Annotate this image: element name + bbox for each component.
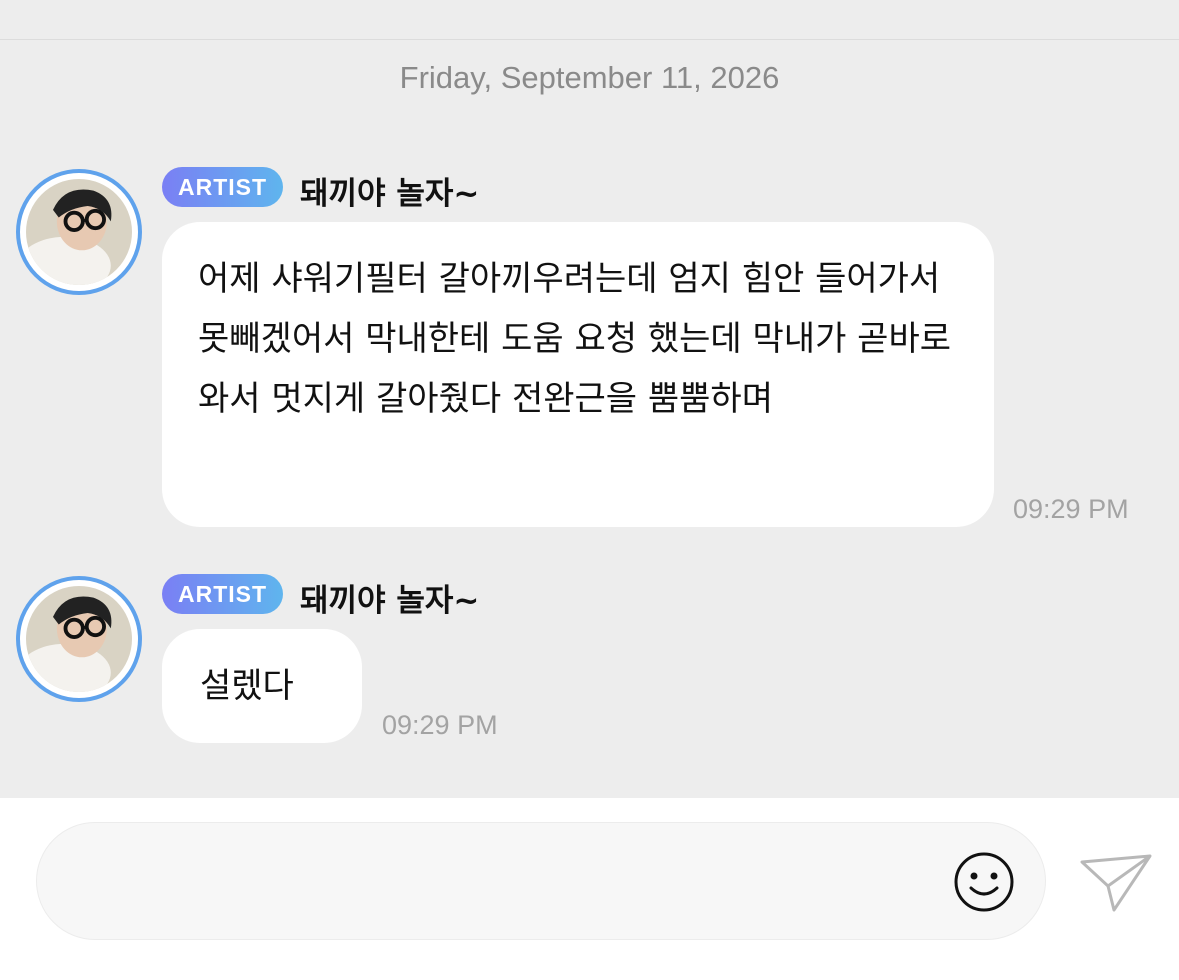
sender-name[interactable]: 돼끼야 놀자~ <box>300 168 479 213</box>
artist-badge: ARTIST <box>162 167 283 207</box>
message-time: 09:29 PM <box>382 710 498 740</box>
paper-plane-icon[interactable] <box>1078 852 1154 914</box>
artist-badge: ARTIST <box>162 574 283 614</box>
message-time: 09:29 PM <box>1013 494 1129 524</box>
avatar-photo <box>26 179 132 285</box>
message-input[interactable] <box>36 822 1046 940</box>
message-bubble[interactable]: 설렜다 <box>162 629 362 743</box>
message-bubble[interactable]: 어제 샤워기필터 갈아끼우려는데 엄지 힘안 들어가서 못빼겠어서 막내한테 도… <box>162 222 994 527</box>
sender-name[interactable]: 돼끼야 놀자~ <box>300 575 479 620</box>
date-divider: Friday, September 11, 2026 <box>399 60 780 95</box>
avatar-photo <box>26 586 132 692</box>
avatar[interactable] <box>16 576 142 702</box>
header-divider <box>0 39 1179 40</box>
smiley-face-icon[interactable] <box>952 850 1016 914</box>
avatar[interactable] <box>16 169 142 295</box>
